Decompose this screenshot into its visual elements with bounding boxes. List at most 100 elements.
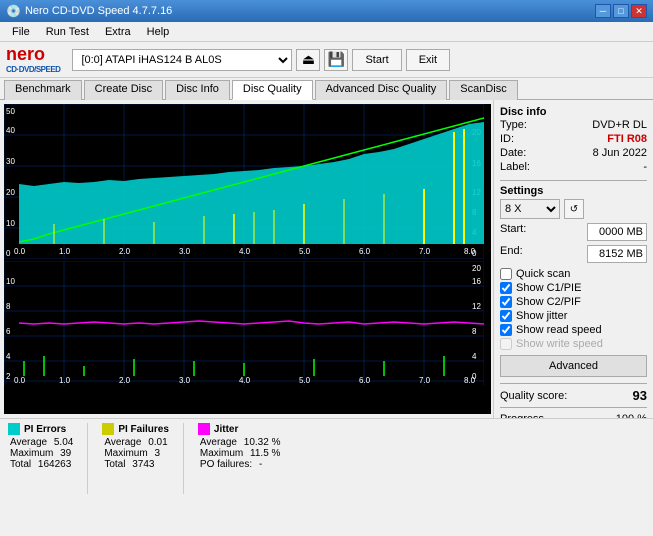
pi-failures-avg-val: 0.01 (148, 437, 167, 448)
drive-select[interactable]: [0:0] ATAPI iHAS124 B AL0S (72, 49, 292, 71)
maximize-button[interactable]: □ (613, 4, 629, 18)
svg-text:20: 20 (6, 188, 15, 197)
start-input[interactable] (587, 223, 647, 241)
svg-text:50: 50 (6, 107, 15, 116)
menu-file[interactable]: File (4, 24, 38, 40)
po-failures-row: PO failures: - (198, 459, 281, 470)
show-write-speed-row: Show write speed (500, 337, 647, 351)
quality-score-label: Quality score: (500, 390, 567, 402)
svg-text:7.0: 7.0 (419, 247, 431, 256)
svg-text:8: 8 (6, 302, 11, 311)
right-panel: Disc info Type: DVD+R DL ID: FTI R08 Dat… (493, 100, 653, 418)
jitter-max: Maximum 11.5 % (198, 448, 281, 459)
pi-failures-group: PI Failures Average 0.01 Maximum 3 Total… (102, 423, 169, 494)
pi-errors-total: Total 164263 (8, 459, 73, 470)
nero-brand: nero (6, 45, 45, 65)
title-bar: 💿 Nero CD-DVD Speed 4.7.7.16 ─ □ ✕ (0, 0, 653, 22)
app-icon: 💿 (6, 4, 21, 18)
quality-score-row: Quality score: 93 (500, 388, 647, 403)
quick-scan-checkbox[interactable] (500, 268, 512, 280)
pi-errors-max-val: 39 (60, 448, 71, 459)
pi-errors-max: Maximum 39 (8, 448, 73, 459)
type-value: DVD+R DL (592, 119, 647, 131)
show-jitter-checkbox[interactable] (500, 310, 512, 322)
svg-text:6.0: 6.0 (359, 376, 371, 385)
pi-failures-total-val: 3743 (132, 459, 154, 470)
start-label: Start: (500, 223, 526, 241)
window-title: Nero CD-DVD Speed 4.7.7.16 (25, 5, 172, 17)
pi-failures-title: PI Failures (102, 423, 169, 435)
svg-text:4: 4 (6, 352, 11, 361)
menu-run-test[interactable]: Run Test (38, 24, 97, 40)
save-button[interactable]: 💾 (324, 49, 348, 71)
quick-scan-row: Quick scan (500, 267, 647, 281)
svg-text:0.0: 0.0 (14, 376, 26, 385)
pi-errors-total-val: 164263 (38, 459, 71, 470)
svg-text:0: 0 (6, 249, 11, 258)
jitter-color (198, 423, 210, 435)
tab-bar: Benchmark Create Disc Disc Info Disc Qua… (0, 78, 653, 100)
disc-label-row: Label: - (500, 160, 647, 174)
svg-text:4.0: 4.0 (239, 376, 251, 385)
settings-label: Settings (500, 185, 647, 197)
svg-text:10: 10 (6, 219, 15, 228)
exit-button[interactable]: Exit (406, 49, 450, 71)
tab-create-disc[interactable]: Create Disc (84, 80, 163, 100)
svg-text:5.0: 5.0 (299, 376, 311, 385)
toolbar: nero CD·DVD/SPEED [0:0] ATAPI iHAS124 B … (0, 42, 653, 78)
po-failures-val: - (259, 459, 262, 470)
show-write-speed-label: Show write speed (516, 338, 603, 350)
close-button[interactable]: ✕ (631, 4, 647, 18)
show-c1pie-row: Show C1/PIE (500, 281, 647, 295)
show-c1pie-checkbox[interactable] (500, 282, 512, 294)
svg-text:40: 40 (6, 126, 15, 135)
pi-errors-group: PI Errors Average 5.04 Maximum 39 Total … (8, 423, 73, 494)
show-write-speed-checkbox[interactable] (500, 338, 512, 350)
advanced-button[interactable]: Advanced (500, 355, 647, 377)
pi-errors-color (8, 423, 20, 435)
start-button[interactable]: Start (352, 49, 401, 71)
window-controls[interactable]: ─ □ ✕ (595, 4, 647, 18)
upper-chart: 0 10 20 30 40 50 0 4 8 12 16 20 0.0 1.0 … (4, 104, 484, 259)
tab-scandisc[interactable]: ScanDisc (449, 80, 517, 100)
id-value: FTI R08 (607, 133, 647, 145)
show-read-speed-checkbox[interactable] (500, 324, 512, 336)
svg-text:6.0: 6.0 (359, 247, 371, 256)
svg-text:0.0: 0.0 (14, 247, 26, 256)
svg-text:2.0: 2.0 (119, 376, 131, 385)
tab-advanced-disc-quality[interactable]: Advanced Disc Quality (315, 80, 448, 100)
show-c2pif-checkbox[interactable] (500, 296, 512, 308)
minimize-button[interactable]: ─ (595, 4, 611, 18)
start-row: Start: (500, 222, 647, 242)
speed-select[interactable]: 8 X (500, 199, 560, 219)
svg-text:7.0: 7.0 (419, 376, 431, 385)
tab-disc-info[interactable]: Disc Info (165, 80, 230, 100)
menu-help[interactable]: Help (139, 24, 178, 40)
svg-text:8.0: 8.0 (464, 247, 476, 256)
eject-button[interactable]: ⏏ (296, 49, 320, 71)
svg-text:1.0: 1.0 (59, 247, 71, 256)
pi-failures-avg: Average 0.01 (102, 437, 169, 448)
end-label: End: (500, 245, 523, 263)
pi-failures-max: Maximum 3 (102, 448, 169, 459)
pi-errors-avg: Average 5.04 (8, 437, 73, 448)
jitter-avg: Average 10.32 % (198, 437, 281, 448)
pi-failures-max-val: 3 (154, 448, 160, 459)
show-read-speed-label: Show read speed (516, 324, 602, 336)
stats-bar: PI Errors Average 5.04 Maximum 39 Total … (0, 418, 653, 498)
tab-disc-quality[interactable]: Disc Quality (232, 80, 313, 100)
tab-benchmark[interactable]: Benchmark (4, 80, 82, 100)
svg-text:16: 16 (472, 277, 481, 286)
svg-text:10: 10 (6, 277, 15, 286)
svg-text:6: 6 (6, 327, 11, 336)
pi-failures-color (102, 423, 114, 435)
lower-chart: 2 4 6 8 10 0 4 8 12 16 20 0.0 1.0 2.0 3.… (4, 261, 484, 386)
end-input[interactable] (587, 245, 647, 263)
quick-scan-label: Quick scan (516, 268, 570, 280)
show-jitter-label: Show jitter (516, 310, 567, 322)
id-label: ID: (500, 133, 514, 145)
svg-text:8: 8 (472, 327, 477, 336)
refresh-button[interactable]: ↺ (564, 199, 584, 219)
menu-extra[interactable]: Extra (97, 24, 139, 40)
svg-text:3.0: 3.0 (179, 247, 191, 256)
